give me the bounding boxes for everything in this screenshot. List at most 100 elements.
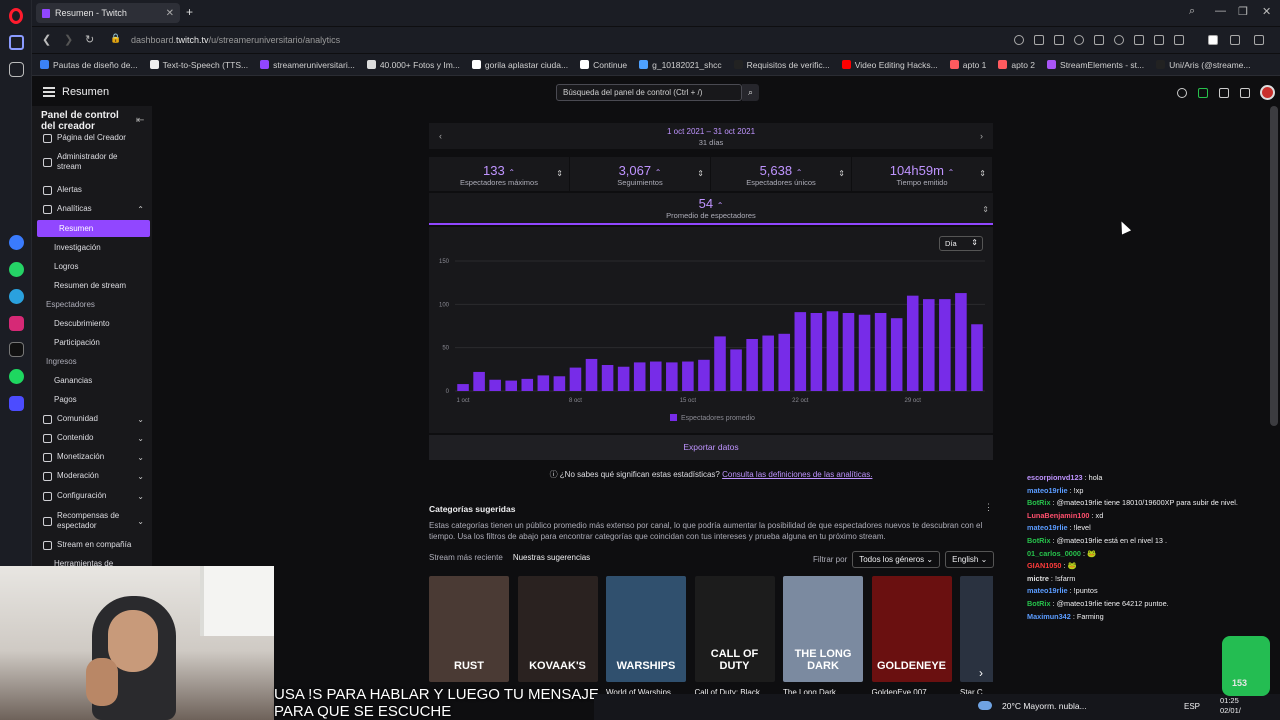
chat-username[interactable]: escorpionvd123 [1027,473,1083,482]
extension-icon[interactable] [1208,35,1218,45]
sidebar-item-configuración[interactable]: Configuración ⌄ [32,487,152,505]
category-card[interactable]: GOLDENEYE GoldenEye 007 [871,576,952,696]
chevron-down-icon[interactable]: ⌄ [137,492,144,501]
chart-bar[interactable] [842,313,855,391]
chart-bar[interactable] [505,380,517,391]
sidebar-item-comunidad[interactable]: Comunidad ⌄ [32,410,152,428]
avg-viewers-tile[interactable]: 54 ⌃ Promedio de espectadores ⇕ [429,193,993,225]
play-icon[interactable] [1094,35,1104,45]
category-card[interactable]: THE LONG DARK The Long Dark [783,576,863,696]
sidebar-item-moderación[interactable]: Moderación ⌄ [32,467,152,485]
bookmark-item[interactable]: gorila aplastar ciuda... [471,60,568,70]
chevron-up-icon[interactable]: ⌃ [137,205,144,214]
opera-logo-icon[interactable] [9,8,23,24]
chart-bar[interactable] [553,376,566,391]
sidebar-item-monetización[interactable]: Monetización ⌄ [32,448,152,466]
chart-bar[interactable] [537,375,550,391]
chat-username[interactable]: BotRix [1027,498,1051,507]
analytics-definitions-link[interactable]: Consulta las definiciones de las analíti… [722,470,872,479]
reload-icon[interactable]: ↻ [85,33,94,46]
chat-username[interactable]: BotRix [1027,599,1051,608]
download-icon[interactable] [1134,35,1144,45]
chevron-down-icon[interactable]: ⌄ [137,472,144,481]
chart-bar[interactable] [778,333,791,391]
chat-username[interactable]: Maximun342 [1027,612,1071,621]
bookmark-item[interactable]: apto 1 [949,60,986,70]
chat-username[interactable]: mateo19rlie [1027,486,1068,495]
chart-bar[interactable] [649,361,662,391]
chart-bar[interactable] [746,339,758,391]
stat-tile[interactable]: 3,067 ⌃ Seguimientos ⇕ [570,157,711,191]
chat-username[interactable]: GIAN1050 [1027,561,1061,570]
scrollbar[interactable] [1270,106,1278,426]
category-card[interactable]: Star C [960,576,993,696]
chart-bar[interactable] [810,313,823,391]
x-icon[interactable] [9,342,24,357]
chart-bar[interactable] [874,313,887,391]
sidebar-item-logros[interactable]: Logros [32,258,152,275]
chat-username[interactable]: 01_carlos_0000 [1027,549,1081,558]
close-window-icon[interactable]: ✕ [1262,5,1271,18]
next-cards-icon[interactable]: › [979,666,983,680]
extensions-icon[interactable] [1198,88,1208,98]
new-tab-icon[interactable]: + [186,5,193,19]
sort-icon[interactable]: ⇕ [838,169,845,178]
camera-icon[interactable] [1054,35,1064,45]
category-card[interactable]: KOVAAK'S [517,576,598,688]
bookmark-item[interactable]: g_10182021_shcc [639,60,722,70]
bookmark-item[interactable]: apto 2 [998,60,1035,70]
period-select[interactable]: Día ⇕ [939,236,983,251]
sidebar-item-página-del-creador[interactable]: Página del Creador [32,129,152,147]
chevron-down-icon[interactable]: ⌄ [137,434,144,443]
sort-icon[interactable]: ⇕ [697,169,704,178]
chart-bar[interactable] [457,384,469,391]
prev-period-icon[interactable]: ‹ [439,131,442,141]
sort-icon[interactable]: ⇕ [556,169,563,178]
sidebar-item-pagos[interactable]: Pagos [32,391,152,408]
chart-bar[interactable] [601,365,614,391]
chart-bar[interactable] [794,312,807,391]
bookmark-item[interactable]: Requisitos de verific... [733,60,830,70]
chart-bar[interactable] [666,362,678,391]
chevron-down-icon[interactable]: ⌄ [137,517,144,526]
collapse-sidebar-icon[interactable]: ⇤ [136,115,144,126]
bookmark-item[interactable]: Continue [580,60,627,70]
more-options-icon[interactable]: ⋮ [984,502,993,513]
chart-bar[interactable] [890,318,903,391]
inbox-icon[interactable] [1219,88,1229,98]
category-card[interactable]: WARSHIPS World of Warships [606,576,686,696]
forward-icon[interactable]: ❯ [64,33,73,46]
search-icon[interactable]: ⌕ [742,84,759,101]
bookmark-item[interactable]: Uni/Aris (@streame... [1156,60,1251,70]
sidebar-item-participación[interactable]: Participación [32,334,152,351]
sidebar-item-recompensas-de-espectador[interactable]: Recompensas de espectador ⌄ [32,507,152,535]
whatsapp-icon[interactable] [9,262,24,277]
chart-bar[interactable] [569,367,582,391]
sidebar-item-ganancias[interactable]: Ganancias [32,372,152,389]
chart-bar[interactable] [489,379,501,391]
minimize-icon[interactable]: — [1215,5,1226,17]
category-card[interactable]: CALL OF DUTY Call of Duty: Black ... [694,576,775,696]
language-indicator[interactable]: ESP [1184,702,1200,711]
sidebar-item-resumen-de-stream[interactable]: Resumen de stream [32,277,152,294]
chart-bar[interactable] [633,362,646,391]
bookmark-item[interactable]: streameruniversitari... [260,60,355,70]
bookmark-item[interactable]: Pautas de diseño de... [40,60,138,70]
spotify-icon[interactable] [9,369,24,384]
language-select[interactable]: English ⌄ [945,551,995,568]
home-icon[interactable] [9,35,24,50]
bookmark-item[interactable]: StreamElements - st... [1047,60,1144,70]
chat-username[interactable]: LunaBenjamin100 [1027,511,1089,520]
chart-bar[interactable] [473,371,485,391]
chart-bar[interactable] [521,378,534,391]
chart-bar[interactable] [730,349,742,391]
chart-bar[interactable] [762,335,774,391]
tab-twitch[interactable]: Resumen - Twitch ✕ [36,3,180,23]
category-card[interactable]: RUST [429,576,509,688]
weather-text[interactable]: 20°C Mayorm. nubla... [1002,701,1087,711]
stat-tile[interactable]: 133 ⌃ Espectadores máximos ⇕ [429,157,570,191]
chat-bubble-icon[interactable] [1240,88,1250,98]
bookmark-item[interactable]: Video Editing Hacks... [841,60,938,70]
chevron-down-icon[interactable]: ⌄ [137,415,144,424]
bookmark-item[interactable]: 40.000+ Fotos y Im... [366,60,460,70]
